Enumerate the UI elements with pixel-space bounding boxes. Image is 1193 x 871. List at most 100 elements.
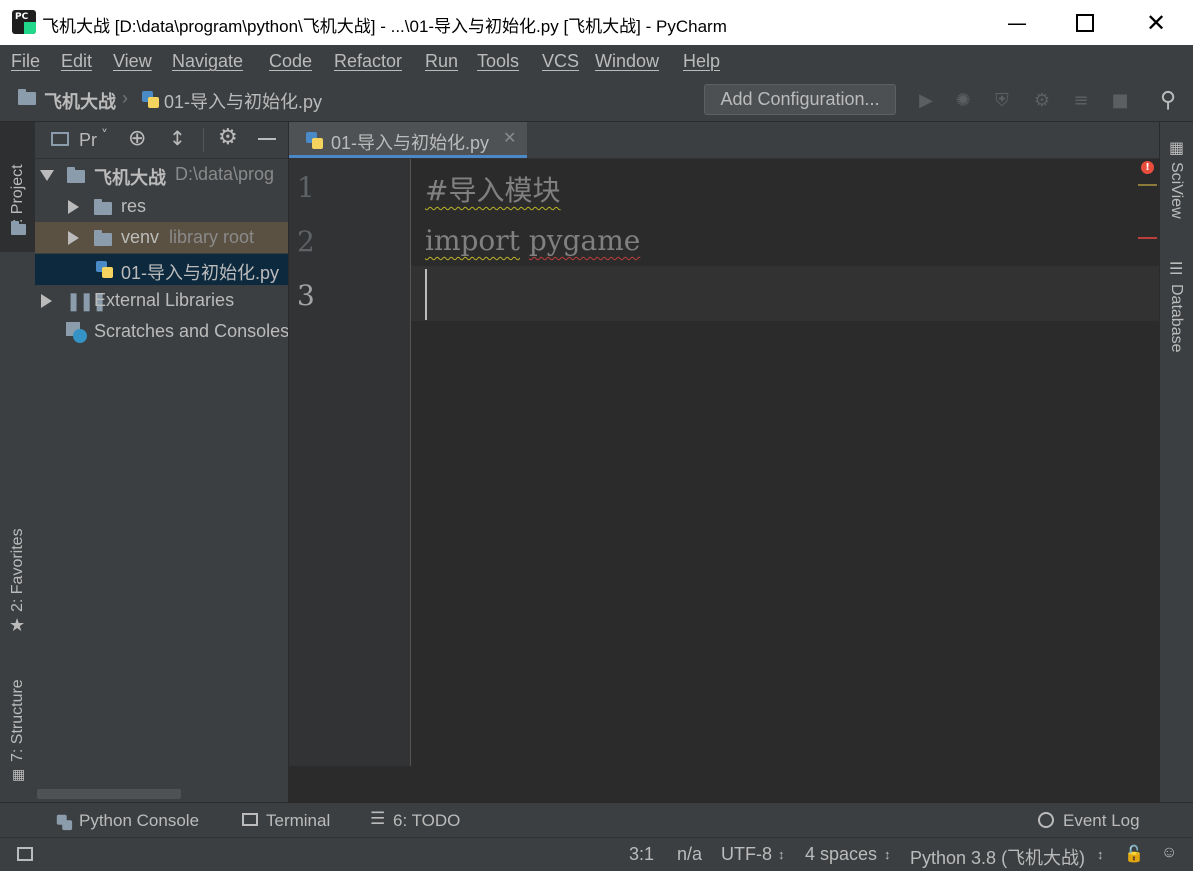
project-view-icon: [51, 132, 69, 146]
tree-item-res[interactable]: res: [35, 191, 288, 222]
project-panel-toolbar: Pr ˅ ⊕ ↕ ⚙: [35, 122, 288, 159]
clock-icon: [73, 329, 87, 343]
menu-vcs[interactable]: VCS: [542, 51, 579, 72]
menu-window[interactable]: Window: [595, 51, 659, 72]
breadcrumb-file[interactable]: 01-导入与初始化.py: [164, 88, 322, 114]
locate-file-icon[interactable]: ⊕: [128, 126, 146, 151]
database-icon: ☰: [1169, 259, 1184, 278]
folder-icon: [18, 89, 36, 105]
debug-icon[interactable]: ✺: [951, 88, 975, 112]
project-folder-icon: [11, 221, 26, 235]
tree-item-label: External Libraries: [94, 290, 235, 310]
tool-window-bar: Python Console Terminal ☰ 6: TODO Event …: [0, 802, 1193, 838]
run-with-coverage-icon[interactable]: ⛨: [990, 88, 1014, 112]
menu-edit[interactable]: Edit: [61, 51, 92, 72]
navigation-bar: 飞机大战 › 01-导入与初始化.py: [0, 76, 1193, 122]
hide-panel-icon[interactable]: [258, 138, 276, 140]
menu-navigate[interactable]: Navigate: [172, 51, 243, 72]
editor-tab-label: 01-导入与初始化.py: [331, 133, 490, 153]
menu-view[interactable]: View: [113, 51, 152, 72]
horizontal-scrollbar[interactable]: [37, 789, 181, 799]
encoding-selector[interactable]: UTF-8: [721, 844, 772, 865]
favorites-tab[interactable]: 2: Favorites: [9, 528, 27, 612]
updown-icon: ↕: [778, 847, 785, 862]
sciview-icon: ▦: [1169, 138, 1185, 157]
expand-arrow-icon[interactable]: [68, 231, 79, 245]
tree-item-file[interactable]: 01-导入与初始化.py: [35, 254, 288, 285]
close-tab-icon[interactable]: ✕: [503, 128, 516, 147]
menu-help[interactable]: Help: [683, 51, 720, 72]
line-number: 2: [297, 225, 315, 258]
event-log-icon: [1038, 812, 1054, 828]
project-view-selector[interactable]: Pr: [79, 130, 97, 151]
todo-tab[interactable]: 6: TODO: [393, 811, 460, 831]
toggle-tool-windows-icon[interactable]: [17, 847, 33, 861]
project-tool-tab[interactable]: 1: Project: [0, 122, 35, 252]
root-path: D:\data\prog: [175, 164, 275, 184]
line-number-gutter: 1 2 3: [289, 159, 411, 766]
text-caret: [425, 269, 427, 320]
menu-code[interactable]: Code: [269, 51, 312, 72]
window-title: 飞机大战 [D:\data\program\python\飞机大战] - ...…: [42, 17, 727, 36]
chevron-down-icon[interactable]: ˅: [101, 128, 108, 144]
sciview-tab[interactable]: SciView: [1167, 162, 1185, 219]
code-editor[interactable]: 1 2 3 #导入模块 import pygame !: [289, 159, 1159, 766]
menu-file[interactable]: File: [11, 51, 40, 72]
line-number: 3: [297, 279, 315, 312]
right-tool-stripe: ▦ SciView ☰ Database: [1159, 122, 1193, 802]
interpreter-selector[interactable]: Python 3.8 (飞机大战): [910, 844, 1085, 870]
python-console-tab[interactable]: Python Console: [79, 811, 199, 831]
star-icon: ★: [9, 615, 26, 636]
caret-position[interactable]: 3:1: [629, 844, 654, 865]
concurrency-icon[interactable]: ≡: [1069, 88, 1093, 112]
tree-root[interactable]: 飞机大战 D:\data\prog: [35, 159, 288, 190]
search-icon[interactable]: ⚲: [1156, 88, 1180, 113]
editor-tab-bar: 01-导入与初始化.py ✕: [289, 122, 1159, 159]
project-panel: Pr ˅ ⊕ ↕ ⚙ 飞机大战 D:\data\prog res venv li…: [35, 122, 289, 802]
editor-bottom-area: [289, 766, 1159, 802]
inspector-icon[interactable]: ☺: [1161, 844, 1177, 862]
error-indicator-icon[interactable]: !: [1141, 161, 1154, 174]
terminal-tab[interactable]: Terminal: [266, 811, 330, 831]
tree-item-external-libraries[interactable]: ❚❚❚ External Libraries: [35, 285, 288, 316]
keyword-import: import: [425, 224, 520, 257]
gear-icon[interactable]: ⚙: [218, 125, 238, 150]
root-name: 飞机大战: [94, 168, 166, 188]
menu-tools[interactable]: Tools: [477, 51, 519, 72]
line-separator-status[interactable]: n/a: [677, 844, 702, 865]
editor-tab[interactable]: 01-导入与初始化.py ✕: [289, 122, 527, 158]
python-file-icon: [305, 131, 323, 149]
close-button[interactable]: ✕: [1121, 0, 1191, 45]
updown-icon: ↕: [884, 847, 891, 862]
terminal-icon: [242, 813, 258, 826]
event-log-tab[interactable]: Event Log: [1063, 811, 1140, 831]
todo-icon: ☰: [370, 809, 386, 829]
lock-icon[interactable]: 🔓: [1124, 844, 1144, 864]
tree-item-venv[interactable]: venv library root: [35, 222, 288, 253]
menu-refactor[interactable]: Refactor: [334, 51, 402, 72]
expand-arrow-icon[interactable]: [40, 170, 54, 181]
menu-run[interactable]: Run: [425, 51, 458, 72]
code-line-2: import pygame: [425, 224, 640, 257]
error-stripe-marker[interactable]: [1138, 237, 1157, 239]
stop-icon[interactable]: ■: [1108, 88, 1132, 112]
indent-selector[interactable]: 4 spaces: [805, 844, 877, 865]
tree-item-label: Scratches and Consoles: [94, 321, 289, 341]
tree-item-scratches[interactable]: Scratches and Consoles: [35, 316, 288, 347]
breadcrumb-separator: ›: [122, 88, 128, 108]
breadcrumb-project[interactable]: 飞机大战: [44, 88, 116, 114]
run-icon[interactable]: ▶: [914, 88, 938, 112]
collapse-all-icon[interactable]: ↕: [169, 126, 186, 150]
updown-icon: ↕: [1097, 847, 1104, 862]
minimize-button[interactable]: —: [982, 0, 1052, 45]
current-line-highlight: [411, 266, 1159, 321]
profile-icon[interactable]: ⚙: [1030, 88, 1054, 112]
structure-tab[interactable]: 7: Structure: [9, 679, 27, 762]
database-tab[interactable]: Database: [1167, 284, 1185, 353]
warning-stripe-marker[interactable]: [1138, 184, 1157, 186]
code-line-1: #导入模块: [425, 174, 561, 207]
expand-arrow-icon[interactable]: [41, 294, 52, 308]
maximize-button[interactable]: [1050, 0, 1120, 45]
expand-arrow-icon[interactable]: [68, 200, 79, 214]
add-configuration-button[interactable]: Add Configuration...: [704, 84, 896, 115]
